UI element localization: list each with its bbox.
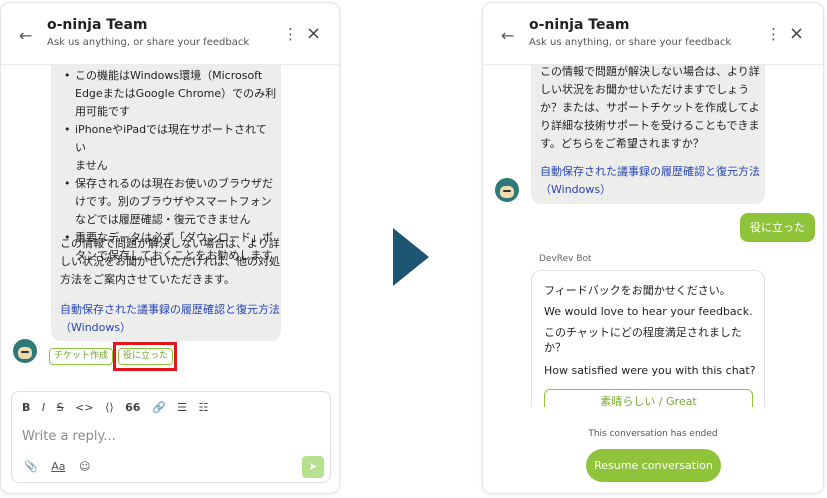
code-block-icon[interactable]: ⟨⟩ bbox=[105, 401, 114, 414]
attachment-icon[interactable]: 📎 bbox=[24, 460, 38, 473]
message-paragraph: この情報で問題が解決しない場合は、より詳 しい状況をお聞かせいただけますでしょう… bbox=[540, 65, 760, 150]
feedback-prompt-ja: フィードバックをお聞かせください。 bbox=[544, 284, 731, 297]
formatting-toolbar: B I S <> ⟨⟩ 66 🔗 ☰ ☷ bbox=[22, 401, 216, 414]
resume-conversation-button[interactable]: Resume conversation bbox=[586, 449, 721, 482]
satisfaction-question-en: How satisfied were you with this chat? bbox=[544, 364, 756, 377]
italic-icon[interactable]: I bbox=[42, 401, 45, 414]
bullet-item: この機能はWindows環境（MicrosoftEdgeまたはGoogle Ch… bbox=[59, 67, 277, 121]
reply-input[interactable] bbox=[22, 429, 282, 444]
bullet-item: iPhoneやiPadでは現在サポートされていません bbox=[59, 121, 277, 175]
conversation-footer: This conversation has ended Resume conve… bbox=[483, 407, 823, 493]
send-button[interactable]: ➤ bbox=[302, 456, 324, 478]
text-format-icon[interactable]: Aa bbox=[51, 460, 65, 473]
code-icon[interactable]: <> bbox=[75, 401, 93, 414]
close-icon[interactable]: × bbox=[789, 23, 804, 44]
create-ticket-button[interactable]: チケット作成 bbox=[49, 348, 114, 365]
bot-avatar bbox=[13, 339, 37, 363]
help-article-link[interactable]: 自動保存された議事録の履歴確認と復元方法 （Windows） bbox=[60, 301, 280, 337]
feedback-prompt-en: We would love to hear your feedback. bbox=[544, 305, 753, 318]
quote-icon[interactable]: 66 bbox=[125, 401, 140, 414]
more-options-icon[interactable]: ⋮ bbox=[283, 25, 298, 43]
transition-arrow-icon bbox=[393, 228, 429, 286]
chat-header: ← o-ninja Team Ask us anything, or share… bbox=[483, 3, 823, 65]
team-subtitle: Ask us anything, or share your feedback bbox=[529, 37, 732, 48]
message-paragraph: この情報で問題が解決しない場合は、より詳 しい状況をお聞かせいただければ、他の対… bbox=[60, 237, 280, 286]
chat-header: ← o-ninja Team Ask us anything, or share… bbox=[1, 3, 339, 65]
team-title: o-ninja Team bbox=[47, 17, 148, 33]
link-icon[interactable]: 🔗 bbox=[152, 401, 166, 414]
team-title: o-ninja Team bbox=[529, 17, 630, 33]
feedback-card: フィードバックをお聞かせください。 We would love to hear … bbox=[531, 270, 765, 430]
help-article-link[interactable]: 自動保存された議事録の履歴確認と復元方法 （Windows） bbox=[540, 163, 762, 199]
bot-name-label: DevRev Bot bbox=[539, 254, 592, 264]
bullet-item: 保存されるのは現在お使いのブラウザだけです。別のブラウザやスマートフォンなどでは… bbox=[59, 175, 277, 229]
team-subtitle: Ask us anything, or share your feedback bbox=[47, 37, 250, 48]
chat-panel-after: ← o-ninja Team Ask us anything, or share… bbox=[482, 2, 824, 494]
bot-avatar bbox=[495, 178, 519, 202]
chat-panel-before: ← o-ninja Team Ask us anything, or share… bbox=[0, 2, 340, 494]
back-arrow-icon[interactable]: ← bbox=[19, 26, 32, 45]
highlight-box bbox=[113, 342, 177, 371]
user-reply-bubble: 役に立った bbox=[740, 213, 815, 242]
close-icon[interactable]: × bbox=[306, 23, 321, 44]
composer-actions: 📎 Aa ☺ bbox=[24, 460, 100, 473]
numbered-list-icon[interactable]: ☷ bbox=[199, 401, 209, 414]
strikethrough-icon[interactable]: S bbox=[57, 401, 64, 414]
bullet-list-icon[interactable]: ☰ bbox=[177, 401, 187, 414]
bold-icon[interactable]: B bbox=[22, 401, 30, 414]
emoji-icon[interactable]: ☺ bbox=[79, 460, 90, 473]
bot-message-bubble: この情報で問題が解決しない場合は、より詳 しい状況をお聞かせいただけますでしょう… bbox=[531, 43, 765, 204]
more-options-icon[interactable]: ⋮ bbox=[766, 25, 781, 43]
back-arrow-icon[interactable]: ← bbox=[501, 26, 514, 45]
reply-composer: B I S <> ⟨⟩ 66 🔗 ☰ ☷ 📎 Aa ☺ ➤ bbox=[11, 391, 331, 483]
satisfaction-question-ja: このチャットにどの程度満足されました か？ bbox=[544, 326, 742, 354]
conversation-ended-label: This conversation has ended bbox=[588, 429, 718, 439]
bot-message-bubble: この機能はWindows環境（MicrosoftEdgeまたはGoogle Ch… bbox=[51, 53, 281, 341]
